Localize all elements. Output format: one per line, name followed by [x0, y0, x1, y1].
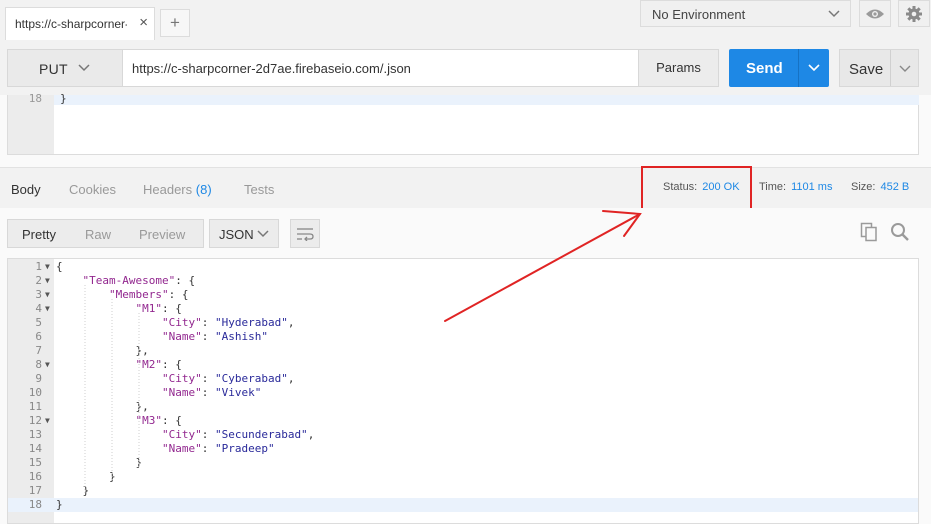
annotation-arrow: [444, 210, 642, 322]
